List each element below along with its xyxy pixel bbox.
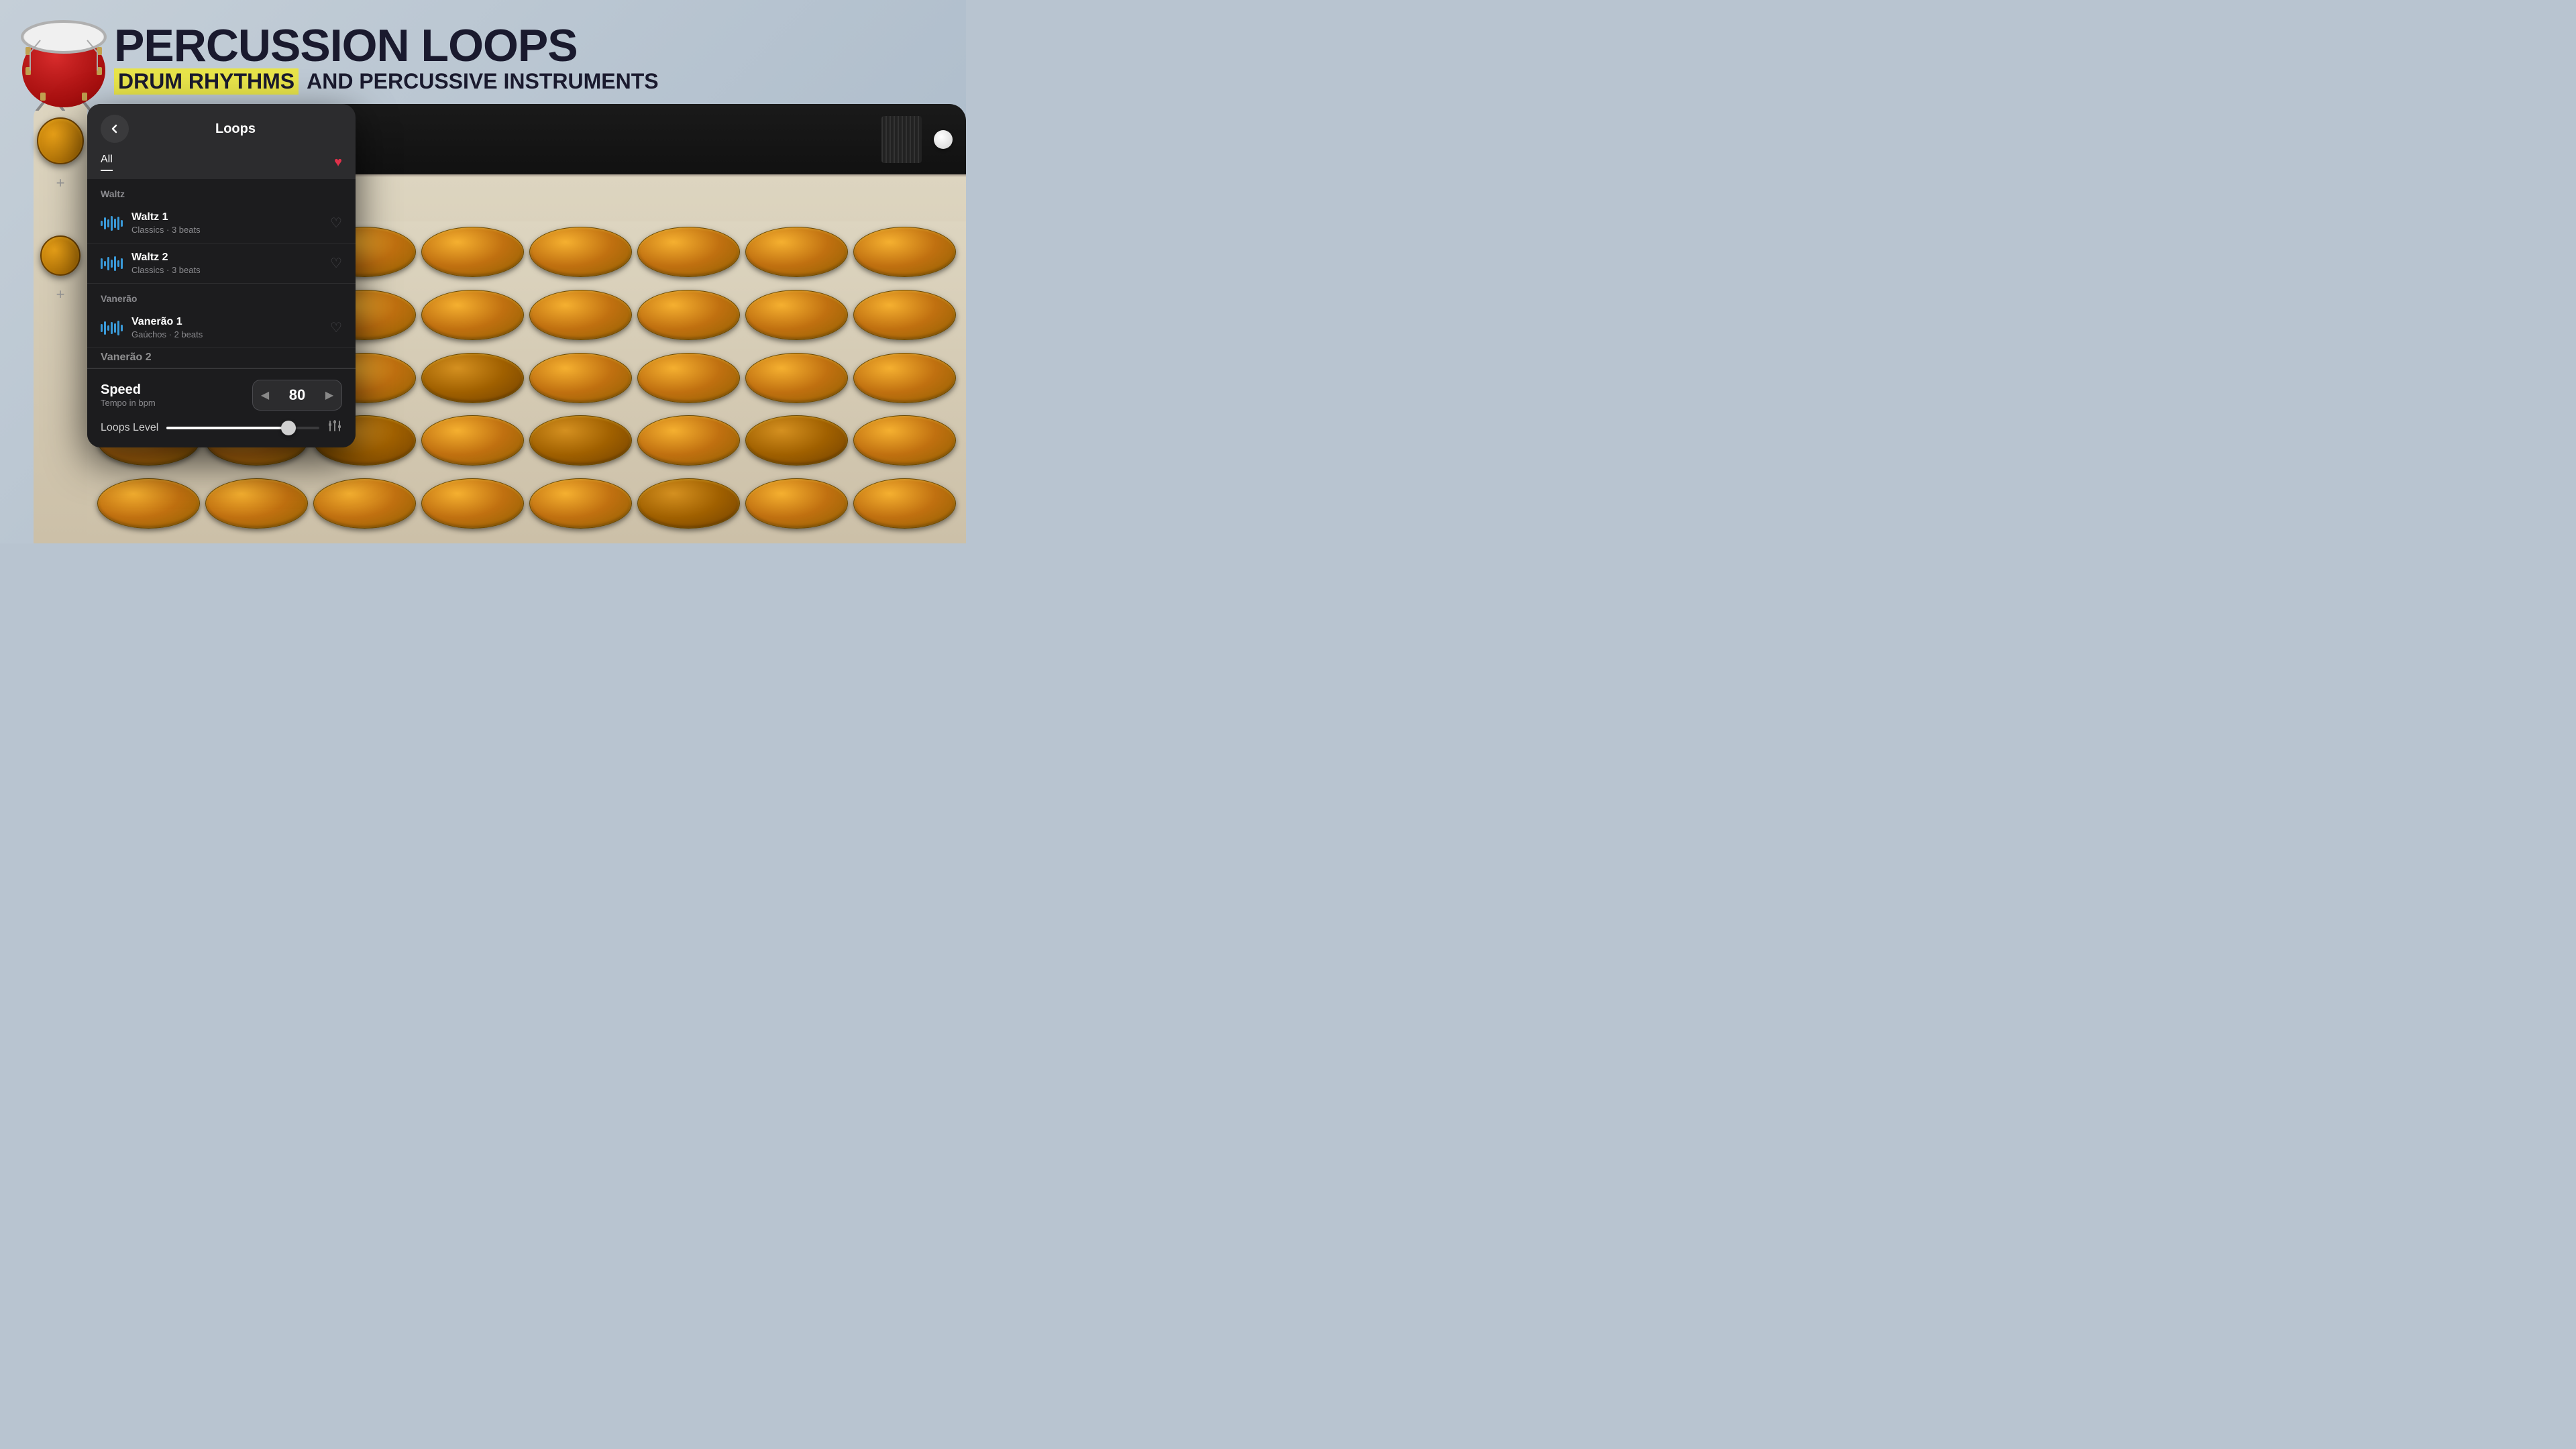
modal-header: Loops	[87, 104, 356, 154]
loops-list: Waltz Waltz 1 Classics ·	[87, 179, 356, 368]
loops-modal: Loops All ♥ Waltz	[87, 104, 356, 447]
vanerao-1-text: Vanerão 1 Gaúchos · 2 beats	[131, 316, 330, 339]
list-item-vanerao-1[interactable]: Vanerão 1 Gaúchos · 2 beats ♡	[87, 308, 356, 348]
list-item-waltz-1[interactable]: Waltz 1 Classics · 3 beats ♡	[87, 203, 356, 244]
waltz-2-sub: Classics · 3 beats	[131, 265, 330, 275]
loops-level-label: Loops Level	[101, 422, 158, 434]
speed-sub-label: Tempo in bpm	[101, 398, 252, 408]
slider-fill	[166, 427, 288, 429]
vanerao-1-heart[interactable]: ♡	[330, 319, 342, 336]
slider-thumb[interactable]	[281, 421, 296, 435]
waltz-2-name: Waltz 2	[131, 252, 330, 264]
favorites-heart[interactable]: ♥	[334, 155, 342, 170]
modal-bottom: Speed Tempo in bpm ◀ 80 ▶ Loops Level	[87, 368, 356, 447]
list-item-waltz-2[interactable]: Waltz 2 Classics · 3 beats ♡	[87, 244, 356, 284]
speed-decrement-button[interactable]: ◀	[253, 380, 277, 410]
waltz-2-text: Waltz 2 Classics · 3 beats	[131, 252, 330, 275]
loops-level-slider[interactable]	[166, 421, 319, 435]
modal-title: Loops	[129, 121, 342, 137]
list-item-vanerao-2[interactable]: Vanerão 2	[87, 348, 356, 368]
speed-label: Speed Tempo in bpm	[101, 382, 252, 408]
vanerao-1-name: Vanerão 1	[131, 316, 330, 328]
waltz-1-sub: Classics · 3 beats	[131, 225, 330, 235]
back-button[interactable]	[101, 115, 129, 143]
waltz-1-heart[interactable]: ♡	[330, 215, 342, 231]
tab-all[interactable]: All	[101, 154, 113, 171]
section-vanerao: Vanerão	[87, 284, 356, 308]
vanerao-1-sub: Gaúchos · 2 beats	[131, 329, 330, 339]
loops-level-row: Loops Level	[101, 419, 342, 437]
waltz-1-name: Waltz 1	[131, 211, 330, 223]
speed-row: Speed Tempo in bpm ◀ 80 ▶	[101, 380, 342, 411]
speed-increment-button[interactable]: ▶	[317, 380, 341, 410]
slider-track	[166, 427, 319, 429]
speed-control: ◀ 80 ▶	[252, 380, 342, 411]
vanerao-2-text: Vanerão 2	[101, 352, 342, 365]
waveform-icon-waltz-2	[101, 253, 122, 274]
modal-overlay: Loops All ♥ Waltz	[0, 0, 966, 543]
section-waltz: Waltz	[87, 179, 356, 203]
speed-value-display: 80	[277, 386, 317, 404]
waltz-1-text: Waltz 1 Classics · 3 beats	[131, 211, 330, 235]
eq-icon[interactable]	[327, 419, 342, 437]
waveform-icon-waltz-1	[101, 213, 122, 234]
modal-tabs-row: All ♥	[87, 154, 356, 179]
speed-main-label: Speed	[101, 382, 252, 398]
waltz-2-heart[interactable]: ♡	[330, 255, 342, 272]
vanerao-2-name: Vanerão 2	[101, 352, 342, 364]
waveform-icon-vanerao-1	[101, 317, 122, 339]
